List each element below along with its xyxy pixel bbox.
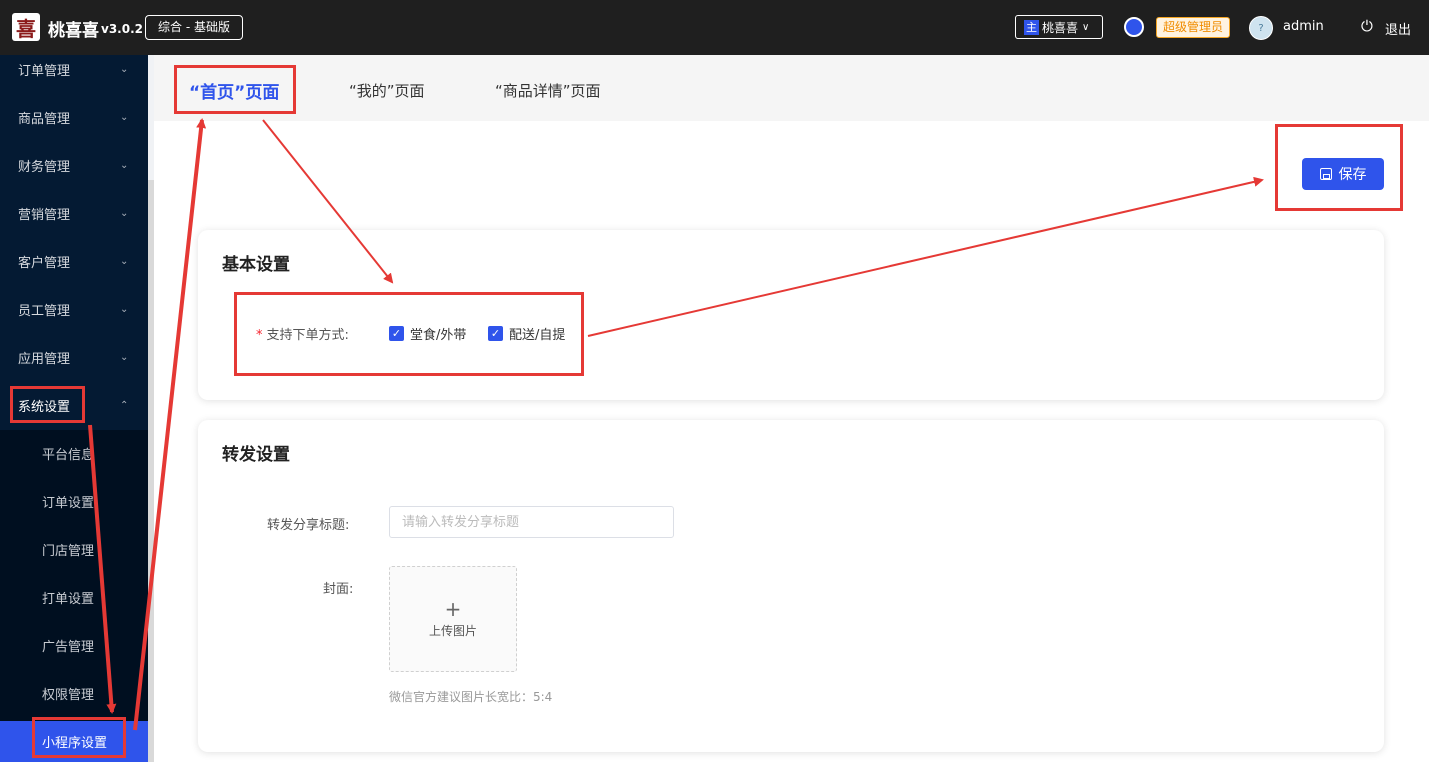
share-settings-card: 转发设置: [198, 420, 1384, 752]
top-bar: 喜 桃喜喜 v3.0.2 综合 - 基础版 主 桃喜喜 ∨ 超级管理员 ? ad…: [0, 0, 1429, 55]
sidebar: 订单管理 ⌄ 商品管理 ⌄ 财务管理 ⌄ 营销管理 ⌄ 客户管理 ⌄ 员工管理 ⌄ 应用管理…: [0, 55, 148, 762]
tab-product-detail-page[interactable]: “商品详情”页面: [495, 80, 601, 101]
cover-label: 封面:: [323, 582, 354, 597]
sidebar-item-label: 系统设置: [18, 399, 71, 415]
logout-button[interactable]: 退出: [1385, 19, 1411, 38]
sidebar-item-label: 应用管理: [18, 351, 71, 367]
chevron-down-icon: ⌄: [120, 63, 129, 75]
chevron-down-icon: ⌄: [120, 159, 129, 171]
sidebar-item-label: 客户管理: [18, 255, 71, 271]
sidebar-item-customers[interactable]: 客户管理 ⌄: [0, 237, 148, 285]
sidebar-subitem-platform-info[interactable]: 平台信息: [0, 429, 148, 477]
sidebar-item-marketing[interactable]: 营销管理 ⌄: [0, 189, 148, 237]
theme-color-icon[interactable]: [1124, 17, 1144, 37]
plus-icon: +: [444, 597, 462, 621]
chevron-up-icon: ⌃: [120, 399, 129, 411]
upload-label: 上传图片: [428, 624, 477, 638]
sidebar-item-label: 员工管理: [18, 303, 71, 319]
sidebar-item-label: 门店管理: [42, 543, 95, 559]
sidebar-item-label: 权限管理: [42, 687, 95, 703]
version-label: v3.0.2: [101, 22, 143, 36]
sidebar-item-finance[interactable]: 财务管理 ⌄: [0, 141, 148, 189]
order-modes-label: * 支持下单方式:: [256, 328, 349, 343]
store-name: 桃喜喜: [1042, 20, 1079, 35]
save-icon: [1319, 168, 1332, 180]
mode-dine-in-checkbox[interactable]: ✓ 堂食/外带: [389, 324, 466, 343]
sidebar-item-label: 订单设置: [42, 495, 95, 511]
sidebar-subitem-stores[interactable]: 门店管理: [0, 525, 148, 573]
sidebar-item-label: 商品管理: [18, 111, 71, 127]
tab-mine-page[interactable]: “我的”页面: [349, 80, 425, 101]
role-badge: 超级管理员: [1156, 17, 1231, 38]
basic-settings-card: 基本设置: [198, 230, 1384, 400]
brand-logo-icon: 喜: [12, 13, 40, 41]
save-button[interactable]: 保存: [1302, 158, 1384, 190]
sidebar-item-orders[interactable]: 订单管理 ⌄: [0, 45, 148, 93]
sidebar-item-staff[interactable]: 员工管理 ⌄: [0, 285, 148, 333]
sidebar-item-products[interactable]: 商品管理 ⌄: [0, 93, 148, 141]
basic-settings-title: 基本设置: [222, 255, 290, 275]
share-title-input[interactable]: [389, 506, 674, 538]
brand-name: 桃喜喜: [48, 21, 99, 41]
edition-badge: 综合 - 基础版: [145, 15, 243, 40]
mode-delivery-checkbox[interactable]: ✓ 配送/自提: [488, 324, 565, 343]
sidebar-item-label: 订单管理: [18, 63, 71, 79]
mode-label: 堂食/外带: [410, 328, 467, 343]
sidebar-subitem-miniprogram[interactable]: 小程序设置: [0, 721, 148, 762]
checkmark-icon: ✓: [488, 326, 503, 341]
cover-upload[interactable]: + 上传图片: [389, 566, 517, 672]
sidebar-item-label: 平台信息: [42, 447, 95, 463]
tab-home-page[interactable]: “首页”页面: [189, 78, 279, 103]
sidebar-subitem-order-settings[interactable]: 订单设置: [0, 477, 148, 525]
save-button-label: 保存: [1338, 167, 1367, 183]
sidebar-item-label: 广告管理: [42, 639, 95, 655]
chevron-down-icon: ⌄: [120, 255, 129, 267]
chevron-down-icon: ⌄: [120, 207, 129, 219]
share-title-label: 转发分享标题:: [267, 518, 350, 533]
cover-hint: 微信官方建议图片长宽比：5:4: [389, 690, 553, 704]
avatar[interactable]: ?: [1249, 16, 1273, 40]
chevron-down-icon: ⌄: [120, 303, 129, 315]
sidebar-item-label: 小程序设置: [42, 736, 108, 751]
sidebar-item-label: 营销管理: [18, 207, 71, 223]
sidebar-item-apps[interactable]: 应用管理 ⌄: [0, 333, 148, 381]
sidebar-subitem-ads[interactable]: 广告管理: [0, 621, 148, 669]
checkmark-icon: ✓: [389, 326, 404, 341]
chevron-down-icon: ⌄: [120, 351, 129, 363]
store-switcher[interactable]: 主 桃喜喜 ∨: [1015, 15, 1103, 39]
sidebar-subitem-permissions[interactable]: 权限管理: [0, 669, 148, 717]
sidebar-subitem-print-settings[interactable]: 打单设置: [0, 573, 148, 621]
power-icon[interactable]: ⏻: [1361, 17, 1373, 35]
chevron-down-icon: ⌄: [120, 111, 129, 123]
sidebar-item-label: 打单设置: [42, 591, 95, 607]
share-settings-title: 转发设置: [222, 445, 290, 465]
sidebar-item-label: 财务管理: [18, 159, 71, 175]
username[interactable]: admin: [1283, 19, 1324, 34]
chevron-down-icon: ∨: [1082, 21, 1090, 33]
sidebar-item-system-settings[interactable]: 系统设置 ⌃: [0, 381, 148, 429]
page-tabs: “首页”页面 “我的”页面 “商品详情”页面: [154, 55, 1429, 121]
mode-label: 配送/自提: [509, 328, 566, 343]
store-badge: 主: [1024, 19, 1039, 35]
